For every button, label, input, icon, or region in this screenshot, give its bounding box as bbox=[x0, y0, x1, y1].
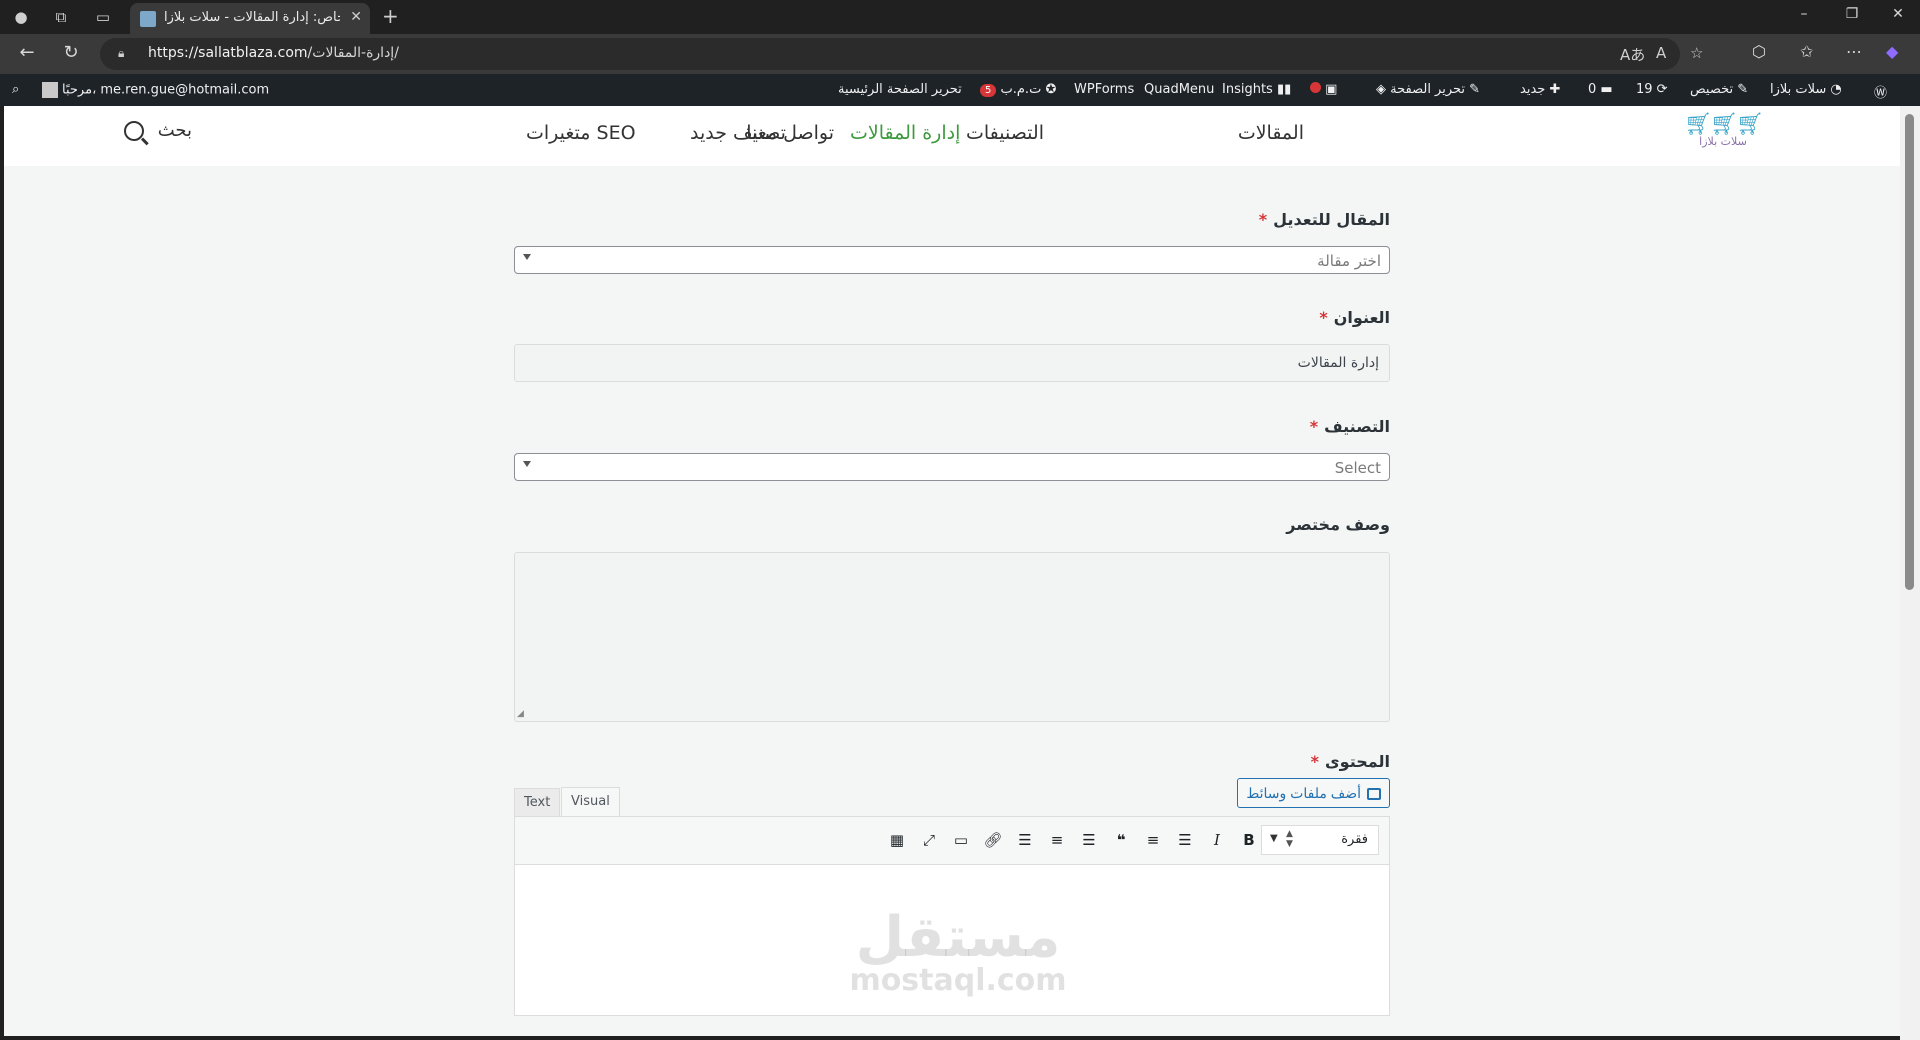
chevron-down-icon: ▼ bbox=[1270, 833, 1278, 844]
title-label: العنوان* bbox=[1319, 308, 1390, 327]
profile-icon[interactable]: ● bbox=[10, 6, 32, 28]
scrollbar-thumb[interactable] bbox=[1905, 114, 1914, 590]
nav-new-category[interactable]: تصنيف جديد bbox=[690, 122, 786, 144]
page-scrollbar[interactable] bbox=[1900, 106, 1920, 1040]
search-label: بحث bbox=[157, 120, 193, 141]
add-media-button[interactable]: أضف ملفات وسائط bbox=[1237, 778, 1390, 808]
title-input[interactable]: إدارة المقالات bbox=[514, 344, 1390, 382]
new-tab-button[interactable]: + bbox=[382, 4, 399, 28]
wp-admin-bar: Ⓦ سلات بلازا ◔ تخصيص ✎ 19 ⟳ 0 ▬ جديد ✚ ◈… bbox=[0, 74, 1920, 106]
adminbar-search-icon[interactable]: ⌕ bbox=[12, 82, 19, 97]
editor-toolbar: فقرة ▲ ▼ ▼ B I ☰ ≡ ❝ ☰ ≡ ☰ 🔗︎ ▭ ⤢ ▦ bbox=[515, 817, 1389, 865]
italic-icon[interactable]: I bbox=[1205, 831, 1229, 853]
post-select[interactable]: اختر مقالة bbox=[514, 246, 1390, 274]
spinner-icon: ▲ ▼ bbox=[1286, 829, 1293, 849]
nav-seo-vars[interactable]: متغيرات SEO bbox=[526, 122, 636, 144]
select-arrow-icon bbox=[523, 254, 531, 260]
align-center-icon[interactable]: ≡ bbox=[1045, 831, 1069, 853]
workspaces-icon[interactable]: ⧉ bbox=[50, 6, 72, 28]
tab-visual[interactable]: Visual bbox=[561, 787, 620, 816]
bullet-list-icon[interactable]: ☰ bbox=[1173, 831, 1197, 853]
refresh-icon[interactable]: ↻ bbox=[58, 42, 84, 63]
align-left-icon[interactable]: ☰ bbox=[1077, 831, 1101, 853]
select-arrow-icon bbox=[523, 461, 531, 467]
adminbar-edit-page[interactable]: ◈ تحرير الصفحة ✎ bbox=[1376, 82, 1480, 97]
address-bar[interactable]: 🔒︎ https://sallatblaza.com/إدارة-المقالا… bbox=[100, 38, 1703, 70]
nav-articles[interactable]: المقالات bbox=[1238, 122, 1304, 144]
format-select[interactable]: فقرة ▲ ▼ ▼ bbox=[1261, 825, 1379, 855]
site-logo[interactable]: 🛒︎🛒︎🛒︎ سلات بلازا bbox=[1682, 112, 1764, 160]
copilot-icon[interactable]: ◆ bbox=[1886, 42, 1898, 61]
nav-manage-articles[interactable]: إدارة المقالات bbox=[850, 122, 960, 144]
category-select[interactable]: Select bbox=[514, 453, 1390, 481]
translate-icon[interactable]: Aあ bbox=[1620, 44, 1645, 65]
search-icon bbox=[124, 121, 144, 141]
url-text: https://sallatblaza.com/إدارة-المقالات/ bbox=[148, 45, 399, 61]
adminbar-customize[interactable]: تخصيص ✎ bbox=[1690, 82, 1748, 97]
page-content: 🛒︎🛒︎🛒︎ سلات بلازا المقالات التصنيفات توا… bbox=[4, 106, 1900, 1036]
align-right-icon[interactable]: ☰ bbox=[1013, 831, 1037, 853]
favorites-icon[interactable]: ✩ bbox=[1800, 42, 1813, 61]
watermark: مستقل mostaql.com bbox=[849, 905, 1067, 998]
tab-title: خاص: إدارة المقالات - سلات بلازا bbox=[164, 10, 340, 25]
toolbar-toggle-icon[interactable]: ▦ bbox=[885, 831, 909, 853]
content-label: المحتوى* bbox=[1310, 752, 1390, 771]
extensions-icon[interactable]: ⬡ bbox=[1752, 42, 1766, 61]
minimize-button[interactable]: – bbox=[1784, 6, 1824, 22]
adminbar-comments[interactable]: 0 ▬ bbox=[1588, 82, 1613, 97]
more-menu-icon[interactable]: ⋯ bbox=[1846, 42, 1862, 61]
link-icon[interactable]: 🔗︎ bbox=[981, 831, 1005, 853]
adminbar-insights[interactable]: Insights ▮▮ bbox=[1222, 82, 1291, 97]
tab-actions-icon[interactable]: ▭ bbox=[92, 6, 114, 28]
adminbar-edit-home[interactable]: تحرير الصفحة الرئيسية bbox=[838, 82, 962, 97]
favorite-star-icon[interactable]: ☆ bbox=[1690, 44, 1703, 62]
adminbar-seo[interactable]: 5 ت.م.ب ✪ bbox=[976, 82, 1056, 97]
search-button[interactable]: بحث bbox=[124, 120, 192, 141]
read-aloud-icon[interactable]: A bbox=[1656, 44, 1666, 62]
browser-tab-active[interactable]: خاص: إدارة المقالات - سلات بلازا ✕ bbox=[130, 3, 370, 34]
blockquote-icon[interactable]: ❝ bbox=[1109, 831, 1133, 853]
avatar bbox=[42, 82, 58, 98]
resize-grip-icon[interactable]: ◢ bbox=[517, 709, 524, 719]
restore-button[interactable]: ❐ bbox=[1832, 6, 1872, 22]
site-favicon-icon bbox=[140, 11, 156, 27]
wordpress-logo-icon[interactable]: Ⓦ bbox=[1874, 82, 1887, 101]
category-select-placeholder: Select bbox=[1334, 459, 1381, 477]
title-input-value: إدارة المقالات bbox=[1297, 355, 1379, 371]
excerpt-textarea[interactable]: ◢ bbox=[514, 552, 1390, 722]
browser-tab-strip: ● ⧉ ▭ خاص: إدارة المقالات - سلات بلازا ✕… bbox=[0, 0, 1920, 34]
status-dot-icon bbox=[1310, 82, 1321, 93]
close-window-button[interactable]: ✕ bbox=[1878, 6, 1918, 22]
tab-close-icon[interactable]: ✕ bbox=[350, 9, 362, 25]
adminbar-site-name[interactable]: سلات بلازا ◔ bbox=[1770, 82, 1842, 97]
cart-logo-icon: 🛒︎🛒︎🛒︎ bbox=[1684, 112, 1764, 137]
category-label: التصنيف* bbox=[1309, 417, 1390, 436]
adminbar-new[interactable]: جديد ✚ bbox=[1520, 82, 1560, 97]
media-icon bbox=[1367, 787, 1381, 800]
adminbar-quadmenu[interactable]: QuadMenu bbox=[1144, 82, 1214, 97]
post-label: المقال للتعديل* bbox=[1258, 210, 1390, 229]
post-select-placeholder: اختر مقالة bbox=[1317, 252, 1381, 270]
browser-toolbar: ← ↻ 🔒︎ https://sallatblaza.com/إدارة-الم… bbox=[0, 34, 1920, 74]
adminbar-red-dot[interactable]: ▣ bbox=[1310, 82, 1337, 97]
numbered-list-icon[interactable]: ≡ bbox=[1141, 831, 1165, 853]
site-header: 🛒︎🛒︎🛒︎ سلات بلازا المقالات التصنيفات توا… bbox=[4, 106, 1900, 166]
bold-icon[interactable]: B bbox=[1237, 831, 1261, 853]
lock-icon: 🔒︎ bbox=[118, 46, 125, 60]
adminbar-wpforms[interactable]: WPForms bbox=[1074, 82, 1134, 97]
tab-text[interactable]: Text bbox=[514, 788, 561, 816]
read-more-icon[interactable]: ▭ bbox=[949, 831, 973, 853]
excerpt-label: وصف مختصر bbox=[1286, 515, 1390, 534]
adminbar-greeting[interactable]: مرحبًا، me.ren.gue@hotmail.com bbox=[42, 82, 269, 98]
seo-badge: 5 bbox=[980, 84, 997, 97]
adminbar-updates[interactable]: 19 ⟳ bbox=[1636, 82, 1668, 97]
back-icon[interactable]: ← bbox=[14, 42, 40, 63]
fullscreen-icon[interactable]: ⤢ bbox=[917, 831, 941, 853]
nav-categories[interactable]: التصنيفات bbox=[966, 122, 1044, 144]
